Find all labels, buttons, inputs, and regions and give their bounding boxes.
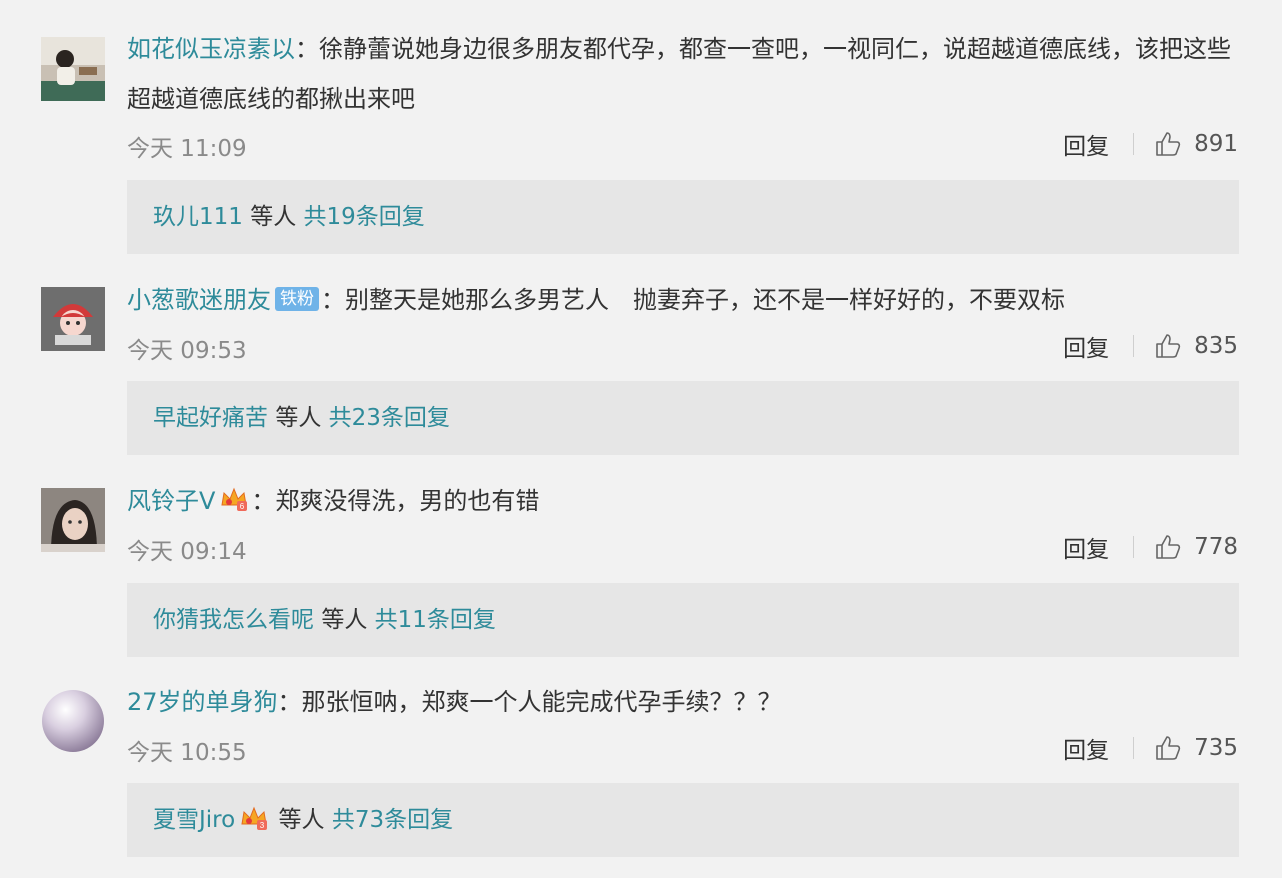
avatar-cartoon-icon — [41, 287, 105, 351]
reply-button[interactable]: 回复 — [1063, 127, 1109, 161]
comment-username[interactable]: 小葱歌迷朋友 — [127, 286, 271, 314]
comment-timestamp: 今天 09:53 — [127, 338, 247, 364]
like-button[interactable]: 735 — [1154, 734, 1238, 762]
reply-preview-user[interactable]: 你猜我怎么看呢 — [153, 607, 314, 633]
avatar[interactable] — [41, 287, 105, 351]
thumbs-up-icon — [1154, 533, 1182, 561]
reply-total-link[interactable]: 共73条回复 — [332, 807, 453, 833]
comment-actions: 回复 891 — [1063, 127, 1238, 161]
vip-crown-icon[interactable]: 3 — [239, 804, 269, 832]
like-count: 735 — [1194, 735, 1238, 761]
reply-button[interactable]: 回复 — [1063, 731, 1109, 765]
reply-preview-mid: 等人 — [250, 204, 297, 230]
avatar-pearl-icon — [41, 689, 105, 753]
comment-timestamp: 今天 10:55 — [127, 740, 247, 766]
comment-body: 郑爽没得洗，男的也有错 — [275, 487, 540, 515]
comment-actions: 回复 778 — [1063, 530, 1238, 564]
thumbs-up-icon — [1154, 130, 1182, 158]
comment-username[interactable]: 27岁的单身狗 — [127, 688, 278, 716]
reply-button[interactable]: 回复 — [1063, 329, 1109, 363]
replies-summary[interactable]: 你猜我怎么看呢 等人 共11条回复 — [127, 583, 1239, 657]
like-button[interactable]: 891 — [1154, 130, 1238, 158]
reply-preview-mid: 等人 — [278, 807, 325, 833]
action-divider — [1133, 536, 1135, 558]
reply-preview-mid: 等人 — [321, 607, 368, 633]
comment-body: 那张恒呐，郑爽一个人能完成代孕手续？？？ — [301, 688, 782, 716]
reply-preview-user[interactable]: 玖儿111 — [153, 204, 243, 230]
comment-username[interactable]: 如花似玉凉素以 — [127, 35, 295, 63]
action-divider — [1133, 737, 1135, 759]
replies-summary[interactable]: 玖儿111 等人 共19条回复 — [127, 180, 1239, 254]
comment-actions: 回复 835 — [1063, 329, 1238, 363]
like-count: 835 — [1194, 333, 1238, 359]
thumbs-up-icon — [1154, 734, 1182, 762]
comment-text-block: 小葱歌迷朋友 铁粉 ：别整天是她那么多男艺人 抛妻弃子，还不是一样好好的，不要双标 — [127, 275, 1238, 325]
comment-text-block: 如花似玉凉素以：徐静蕾说她身边很多朋友都代孕，都查一查吧，一视同仁，说超越道德底… — [127, 24, 1238, 124]
like-button[interactable]: 778 — [1154, 533, 1238, 561]
avatar-photo-woman-icon — [41, 37, 105, 101]
comment-colon: ： — [295, 35, 319, 63]
svg-text:3: 3 — [260, 821, 265, 830]
reply-preview-user[interactable]: 早起好痛苦 — [153, 405, 268, 431]
reply-total-link[interactable]: 共23条回复 — [329, 405, 450, 431]
avatar[interactable] — [41, 689, 105, 753]
comment-timestamp: 今天 09:14 — [127, 539, 247, 565]
like-count: 778 — [1194, 534, 1238, 560]
like-count: 891 — [1194, 131, 1238, 157]
reply-total-link[interactable]: 共11条回复 — [375, 607, 496, 633]
reply-preview-mid: 等人 — [275, 405, 322, 431]
comment-colon: ： — [277, 688, 302, 716]
avatar[interactable] — [41, 37, 105, 101]
action-divider — [1133, 133, 1135, 155]
reply-total-link[interactable]: 共19条回复 — [304, 204, 425, 230]
svg-text:6: 6 — [240, 502, 245, 511]
comment-text-block: 27岁的单身狗：那张恒呐，郑爽一个人能完成代孕手续？？？ — [127, 677, 1238, 727]
vip-crown-icon[interactable]: 6 — [219, 485, 249, 513]
action-divider — [1133, 335, 1135, 357]
avatar-photo-girl-icon — [41, 488, 105, 552]
comment-text-block: 风铃子V 6 ：郑爽没得洗，男的也有错 — [127, 476, 1238, 526]
reply-button[interactable]: 回复 — [1063, 530, 1109, 564]
comment-colon: ： — [321, 286, 345, 314]
comment-body: 别整天是她那么多男艺人 抛妻弃子，还不是一样好好的，不要双标 — [345, 286, 1065, 314]
comment-colon: ： — [251, 487, 276, 515]
avatar[interactable] — [41, 488, 105, 552]
comment-feed: 如花似玉凉素以：徐静蕾说她身边很多朋友都代孕，都查一查吧，一视同仁，说超越道德底… — [0, 0, 1282, 878]
replies-summary[interactable]: 早起好痛苦 等人 共23条回复 — [127, 381, 1239, 455]
thumbs-up-icon — [1154, 332, 1182, 360]
fan-badge[interactable]: 铁粉 — [275, 287, 319, 311]
replies-summary[interactable]: 夏雪Jiro 3 等人 共73条回复 — [127, 783, 1239, 857]
comment-username[interactable]: 风铃子V — [127, 487, 215, 515]
like-button[interactable]: 835 — [1154, 332, 1238, 360]
reply-preview-user[interactable]: 夏雪Jiro — [153, 807, 235, 833]
comment-timestamp: 今天 11:09 — [127, 136, 247, 162]
comment-actions: 回复 735 — [1063, 731, 1238, 765]
